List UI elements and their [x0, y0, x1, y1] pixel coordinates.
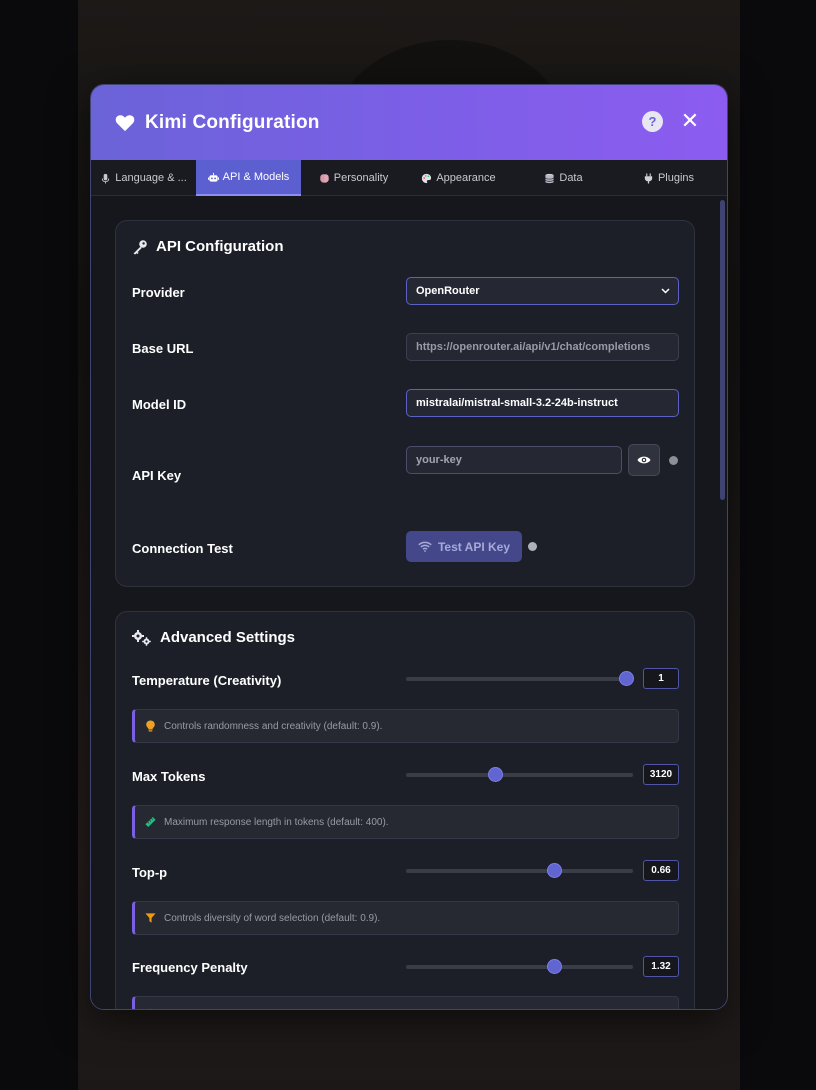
card-title: Advanced Settings	[132, 629, 295, 646]
test-api-key-button[interactable]: Test API Key	[406, 531, 522, 562]
hint-text: Maximum response length in tokens (defau…	[164, 816, 389, 828]
database-icon	[545, 173, 555, 183]
frequency-penalty-slider[interactable]	[406, 959, 633, 974]
api-config-card: API Configuration Provider OpenRouter Ba…	[115, 220, 695, 587]
top-p-slider[interactable]	[406, 863, 633, 878]
slider-thumb[interactable]	[619, 671, 635, 686]
chevron-down-icon	[661, 288, 670, 294]
api-config-title: API Configuration	[156, 238, 284, 255]
slider-thumb[interactable]	[546, 863, 562, 878]
base-url-field[interactable]: https://openrouter.ai/api/v1/chat/comple…	[406, 333, 679, 361]
modal-title: Kimi Configuration	[145, 111, 320, 133]
model-id-value: mistralai/mistral-small-3.2-24b-instruct	[416, 397, 618, 409]
temperature-label: Temperature (Creativity)	[132, 673, 282, 688]
frequency-penalty-hint	[132, 996, 679, 1009]
temperature-value[interactable]: 1	[643, 668, 679, 689]
tab-bar: Language & ... API & Models Personality …	[91, 160, 727, 196]
key-icon	[133, 239, 147, 254]
api-key-status-dot	[669, 456, 678, 465]
api-key-field[interactable]: your-key	[406, 446, 622, 474]
lightbulb-icon	[146, 720, 155, 732]
provider-label: Provider	[132, 285, 185, 300]
top-p-hint: Controls diversity of word selection (de…	[132, 901, 679, 935]
config-modal: Kimi Configuration ? ✕ Language & ... AP…	[90, 84, 728, 1010]
card-title: API Configuration	[132, 238, 284, 255]
top-p-value[interactable]: 0.66	[643, 860, 679, 881]
toggle-visibility-button[interactable]	[628, 444, 660, 476]
frequency-penalty-label: Frequency Penalty	[132, 960, 248, 975]
settings-content: API Configuration Provider OpenRouter Ba…	[91, 196, 727, 1009]
modal-header: Kimi Configuration ? ✕	[91, 85, 727, 160]
heart-icon	[115, 114, 135, 131]
tab-personality[interactable]: Personality	[301, 160, 406, 196]
max-tokens-value[interactable]: 3120	[643, 764, 679, 785]
frequency-penalty-value[interactable]: 1.32	[643, 956, 679, 977]
max-tokens-slider[interactable]	[406, 767, 633, 782]
base-url-value: https://openrouter.ai/api/v1/chat/comple…	[416, 341, 651, 353]
connection-status-dot	[528, 542, 537, 551]
palette-icon	[422, 173, 432, 183]
microphone-icon	[102, 173, 110, 184]
filter-icon	[145, 913, 156, 923]
model-id-field[interactable]: mistralai/mistral-small-3.2-24b-instruct	[406, 389, 679, 417]
connection-test-label: Connection Test	[132, 541, 233, 556]
model-id-label: Model ID	[132, 397, 187, 412]
hint-text: Controls diversity of word selection (de…	[164, 912, 381, 924]
temperature-hint: Controls randomness and creativity (defa…	[132, 709, 679, 743]
tab-label: API & Models	[222, 171, 290, 183]
max-tokens-hint: Maximum response length in tokens (defau…	[132, 805, 679, 839]
temperature-slider[interactable]	[406, 671, 635, 686]
test-button-label: Test API Key	[437, 539, 511, 554]
wifi-icon	[418, 541, 432, 552]
top-p-label: Top-p	[132, 865, 168, 880]
tab-label: Appearance	[436, 172, 496, 184]
close-button[interactable]: ✕	[679, 108, 701, 133]
tab-plugins[interactable]: Plugins	[616, 160, 721, 196]
max-tokens-label: Max Tokens	[132, 769, 206, 784]
tab-language[interactable]: Language & ...	[91, 160, 196, 196]
plug-icon	[644, 172, 653, 184]
eye-icon	[637, 456, 651, 464]
tab-label: Data	[559, 172, 583, 184]
hint-text: Controls randomness and creativity (defa…	[164, 720, 383, 732]
advanced-settings-title: Advanced Settings	[160, 629, 296, 646]
provider-select[interactable]: OpenRouter	[406, 277, 679, 305]
help-button[interactable]: ?	[642, 111, 663, 132]
ruler-icon	[145, 816, 156, 828]
tab-label: Language & ...	[115, 172, 187, 184]
gears-icon	[132, 629, 151, 646]
brain-icon	[319, 173, 329, 183]
slider-thumb[interactable]	[487, 767, 503, 782]
slider-thumb[interactable]	[546, 959, 562, 974]
robot-icon	[207, 172, 219, 182]
provider-value: OpenRouter	[416, 285, 480, 297]
tab-appearance[interactable]: Appearance	[406, 160, 511, 196]
tab-api-models[interactable]: API & Models	[196, 160, 301, 196]
tab-label: Personality	[333, 172, 389, 184]
api-key-value: your-key	[416, 454, 462, 466]
tab-data[interactable]: Data	[511, 160, 616, 196]
advanced-settings-card: Advanced Settings Temperature (Creativit…	[115, 611, 695, 1009]
tab-label: Plugins	[657, 172, 695, 184]
hint-icon	[149, 1008, 152, 1009]
api-key-label: API Key	[132, 468, 182, 483]
base-url-label: Base URL	[132, 341, 194, 356]
scrollbar-thumb[interactable]	[720, 200, 725, 500]
